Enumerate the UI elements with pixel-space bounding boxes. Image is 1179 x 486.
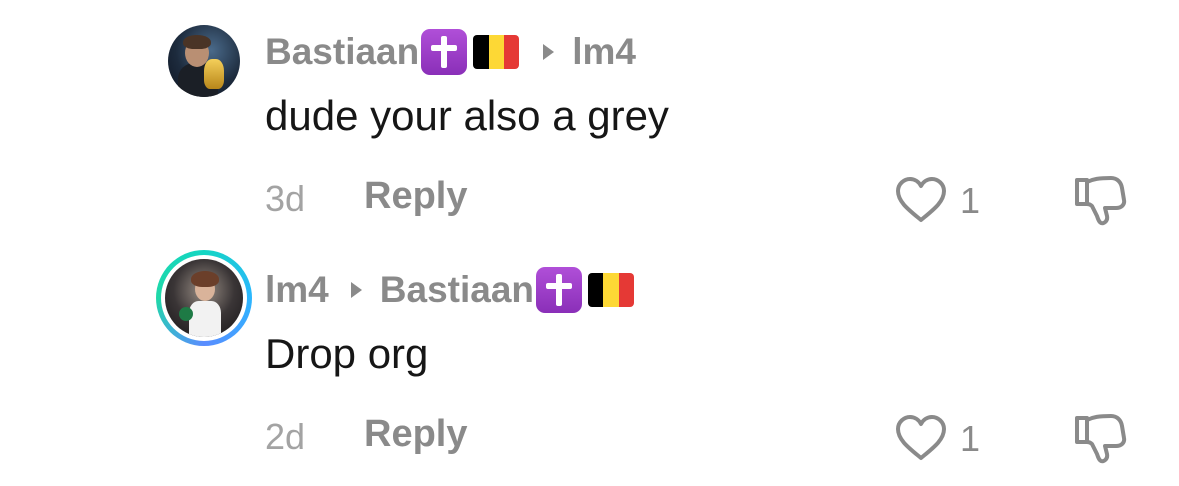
story-ring[interactable] [156, 250, 252, 346]
comment-header: Bastiaan lm4 [265, 29, 636, 75]
belgium-flag-icon [473, 35, 520, 69]
comment-time: 2d [265, 416, 306, 457]
comment-header: lm4 Bastiaan [265, 267, 634, 313]
comment-text: dude your also a grey [265, 92, 669, 139]
comment-time: 3d [265, 178, 306, 219]
reply-to-name[interactable]: lm4 [572, 31, 636, 73]
avatar-trophy [204, 59, 224, 89]
reply-button[interactable]: Reply [364, 413, 467, 456]
like-count: 1 [960, 180, 981, 221]
comment-item: Bastiaan lm4 dude your also a grey 3d Re… [0, 0, 1179, 240]
heart-outline-icon[interactable] [895, 176, 947, 224]
author-name[interactable]: lm4 [265, 269, 329, 311]
avatar-hair [191, 271, 219, 287]
avatar-figure [189, 301, 221, 337]
heart-outline-icon[interactable] [895, 414, 947, 462]
belgium-flag-icon [588, 273, 634, 307]
cross-badge-icon [421, 29, 468, 75]
comment-item: lm4 Bastiaan Drop org 2d Reply 1 [0, 238, 1179, 478]
thumbs-down-outline-icon[interactable] [1073, 412, 1127, 464]
cross-badge-icon [536, 267, 582, 313]
like-count: 1 [960, 418, 981, 459]
avatar[interactable] [168, 25, 240, 97]
reply-button[interactable]: Reply [364, 175, 467, 218]
comment-text: Drop org [265, 330, 429, 377]
triangle-right-icon [543, 44, 555, 60]
triangle-right-icon [350, 282, 362, 298]
author-name[interactable]: Bastiaan [265, 31, 419, 73]
avatar[interactable] [165, 259, 243, 337]
reply-to-name[interactable]: Bastiaan [380, 269, 534, 311]
avatar-hair [183, 35, 211, 49]
avatar-object [179, 307, 193, 321]
thumbs-down-outline-icon[interactable] [1073, 174, 1127, 226]
